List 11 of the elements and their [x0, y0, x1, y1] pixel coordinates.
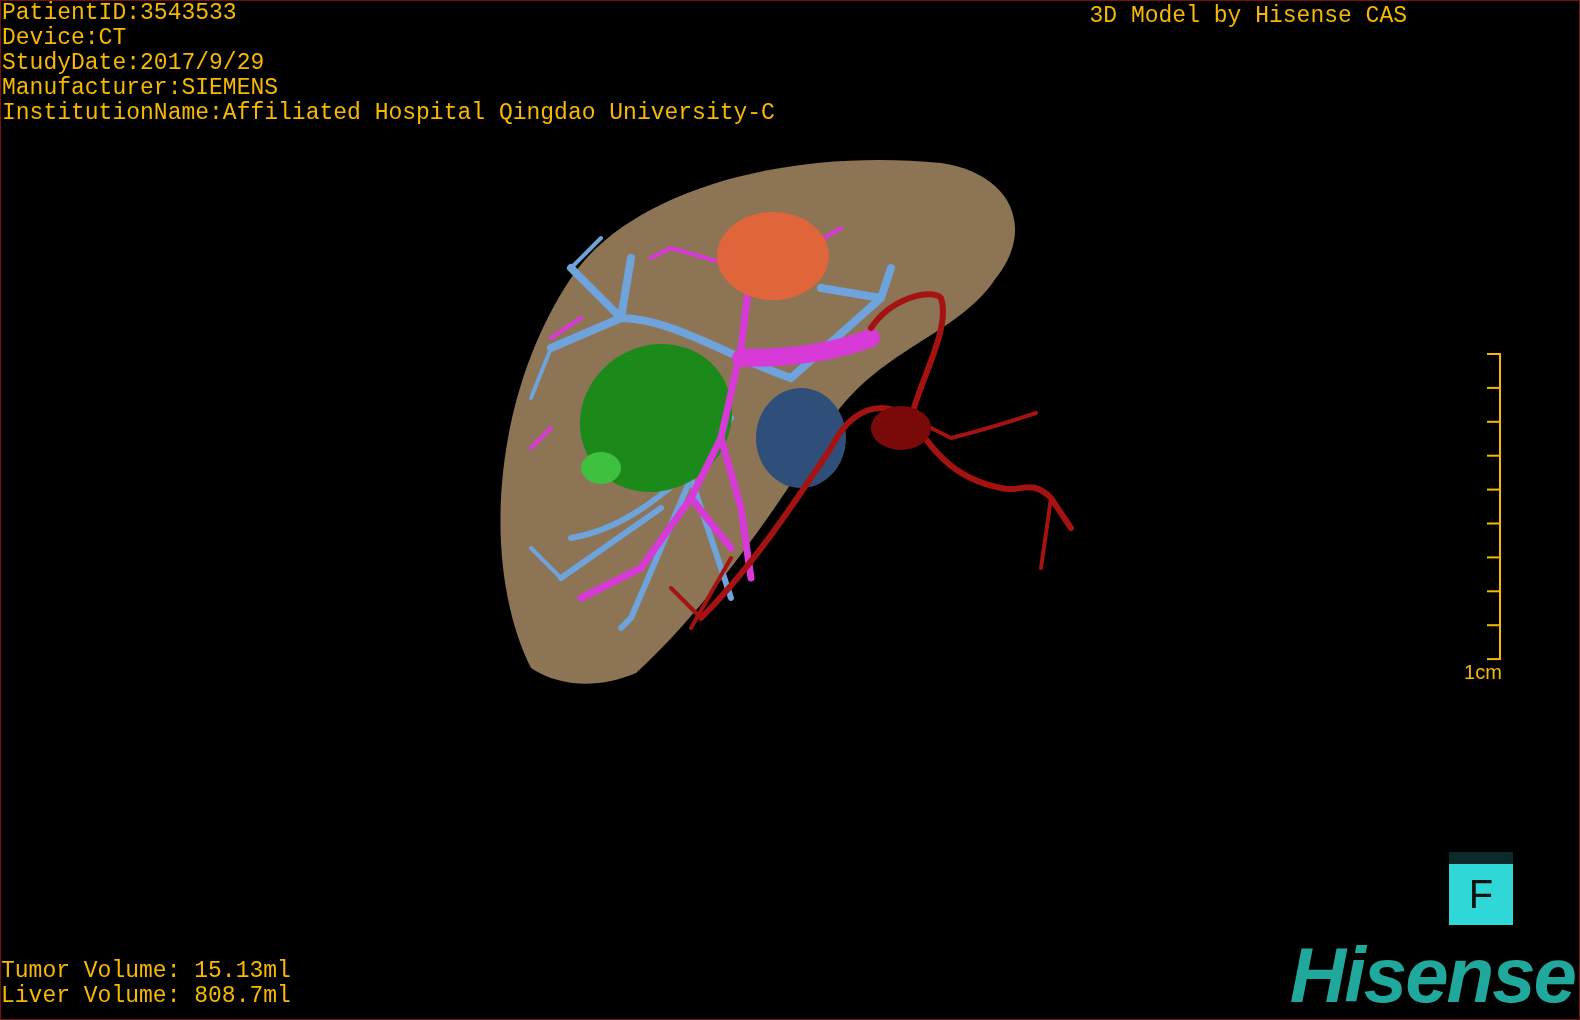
brand-logo: Hisense — [1289, 943, 1575, 1007]
viewer-title: 3D Model by Hisense CAS — [1089, 2, 1407, 31]
study-info-line: StudyDate:2017/9/29 — [2, 51, 266, 76]
study-info-line: Device:CT — [2, 26, 128, 51]
study-info-line: InstitutionName:Affiliated Hospital Qingdao University-C — [2, 101, 775, 126]
volume-reading: Tumor Volume: 15.13ml — [1, 959, 291, 984]
orientation-button[interactable]: F — [1449, 852, 1513, 925]
volume-reading: Liver Volume: 808.7ml — [1, 984, 291, 1009]
study-info-line: PatientID:3543533 — [2, 1, 238, 26]
study-info-line: Manufacturer:SIEMENS — [2, 76, 280, 101]
scale-label: 1cm — [1464, 662, 1502, 682]
